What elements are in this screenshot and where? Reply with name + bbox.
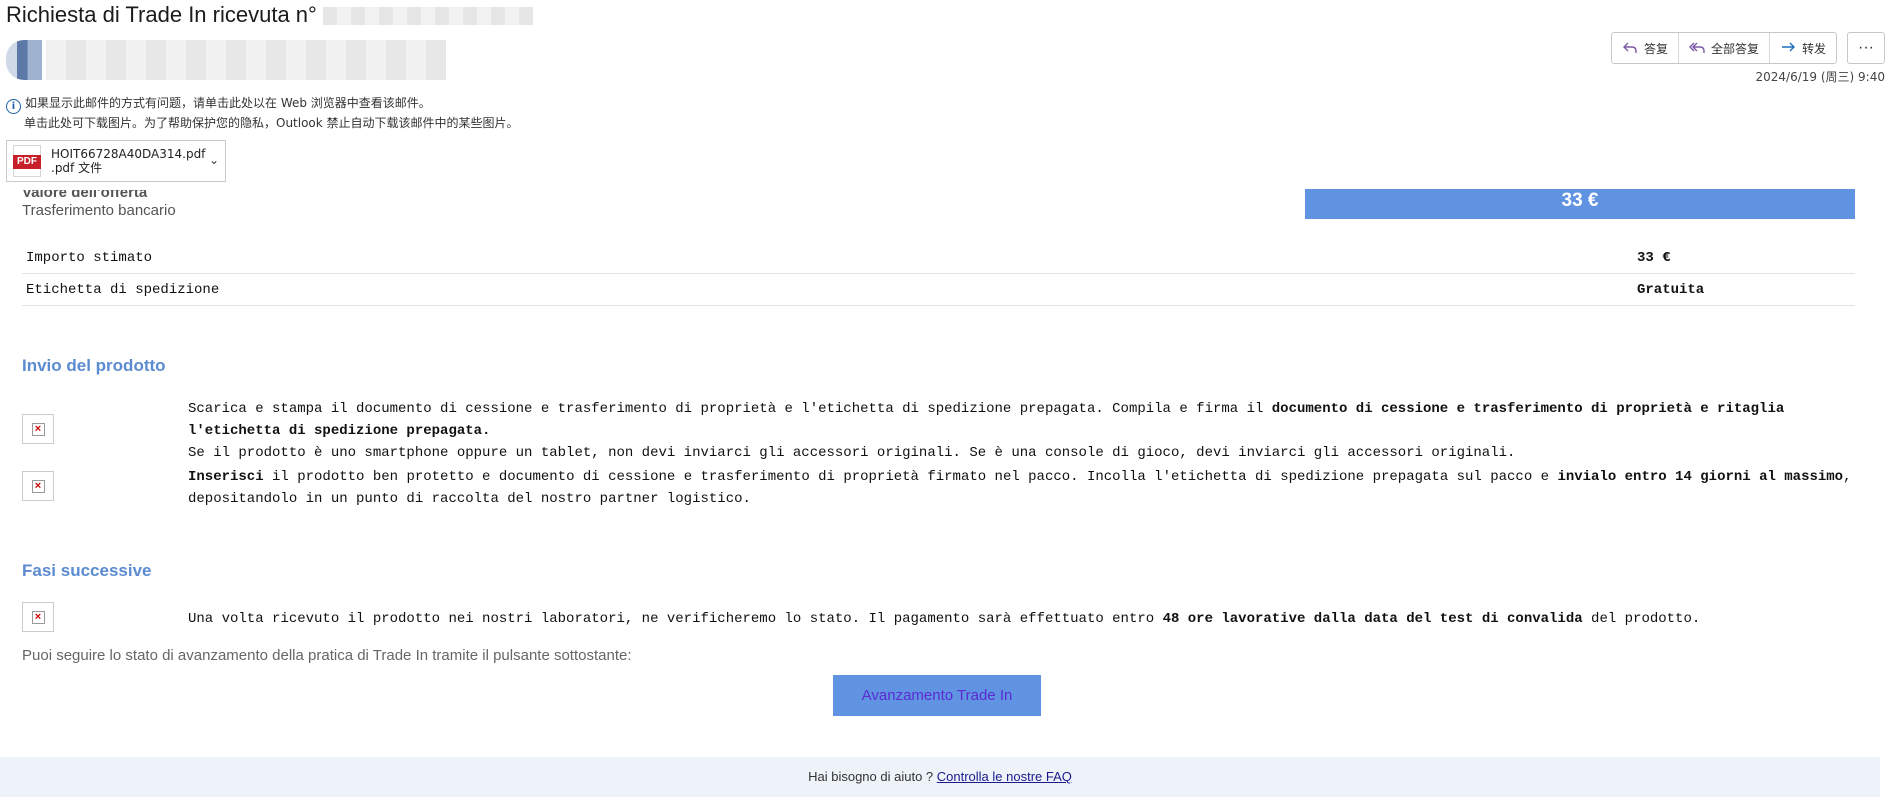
info-bar: i 如果显示此邮件的方式有问题，请单击此处以在 Web 浏览器中查看该邮件。 单击…	[6, 94, 519, 132]
info-line1: 如果显示此邮件的方式有问题，请单击此处以在 Web 浏览器中查看该邮件。	[25, 96, 431, 110]
invio-paragraph-3: Inserisci il prodotto ben protetto e doc…	[188, 469, 1852, 507]
chevron-down-icon[interactable]: ⌄	[209, 153, 219, 167]
offer-amount: 33 €	[1305, 189, 1855, 219]
estimated-amount-value: 33 €	[1637, 250, 1671, 266]
download-images-link[interactable]: 单击此处可下载图片。为了帮助保护您的隐私，Outlook 禁止自动下载该邮件中的…	[6, 114, 519, 132]
more-icon: ···	[1858, 39, 1874, 56]
fasi-paragraph: Una volta ricevuto il prodotto nei nostr…	[188, 611, 1701, 627]
broken-image-icon: ×	[22, 602, 54, 632]
view-in-browser-link[interactable]: i 如果显示此邮件的方式有问题，请单击此处以在 Web 浏览器中查看该邮件。	[6, 94, 519, 114]
footer-text: Hai bisogno di aiuto ?	[808, 769, 937, 784]
forward-icon	[1781, 42, 1795, 52]
invio-paragraph-2: Se il prodotto è uno smartphone oppure u…	[188, 445, 1516, 461]
trade-in-progress-button[interactable]: Avanzamento Trade In	[833, 675, 1041, 716]
reply-icon	[1622, 42, 1637, 53]
table-row: Etichetta di spedizione Gratuita	[22, 273, 1855, 306]
reply-label: 答复	[1643, 41, 1668, 56]
pdf-file-icon: PDF	[13, 145, 41, 177]
estimated-amount-label: Importo stimato	[26, 250, 153, 266]
attachment-name: HOIT66728A40DA314.pdf	[51, 147, 206, 161]
reply-all-label: 全部答复	[1710, 41, 1759, 56]
email-subject: Richiesta di Trade In ricevuta n°	[6, 2, 533, 28]
received-date: 2024/6/19 (周三) 9:40	[1755, 70, 1885, 84]
avatar	[6, 40, 42, 80]
forward-label: 转发	[1801, 41, 1826, 56]
tracking-text: Puoi seguire lo stato di avanzamento del…	[22, 647, 632, 664]
message-actions: 答复 全部答复 转发	[1610, 32, 1837, 64]
offer-label: Valore dell'offerta	[22, 184, 148, 201]
broken-image-icon: ×	[22, 471, 54, 501]
table-row: Importo stimato 33 €	[22, 241, 1855, 274]
reply-all-icon	[1688, 42, 1705, 53]
shipping-label-value: Gratuita	[1637, 282, 1705, 298]
info-icon: i	[6, 99, 21, 114]
invio-instructions: Scarica e stampa il documento di cession…	[188, 398, 1858, 510]
reply-button[interactable]: 答复	[1612, 33, 1679, 63]
section-title-fasi: Fasi successive	[22, 561, 152, 580]
more-options-button[interactable]: ···	[1847, 32, 1885, 64]
section-title-invio: Invio del prodotto	[22, 356, 166, 375]
redacted-id	[322, 7, 533, 26]
attachment-card[interactable]: PDF HOIT66728A40DA314.pdf .pdf 文件 ⌄	[6, 140, 226, 182]
attachment-type: .pdf 文件	[51, 161, 103, 175]
redacted-sender	[46, 40, 446, 80]
shipping-label-label: Etichetta di spedizione	[26, 282, 220, 298]
broken-image-icon: ×	[22, 414, 54, 444]
invio-paragraph-1: Scarica e stampa il documento di cession…	[188, 401, 1785, 439]
payment-method: Trasferimento bancario	[22, 202, 176, 219]
reply-all-button[interactable]: 全部答复	[1679, 33, 1770, 63]
footer: Hai bisogno di aiuto ? Controlla le nost…	[0, 757, 1880, 797]
faq-link[interactable]: Controlla le nostre FAQ	[937, 769, 1072, 784]
forward-button[interactable]: 转发	[1770, 33, 1836, 63]
